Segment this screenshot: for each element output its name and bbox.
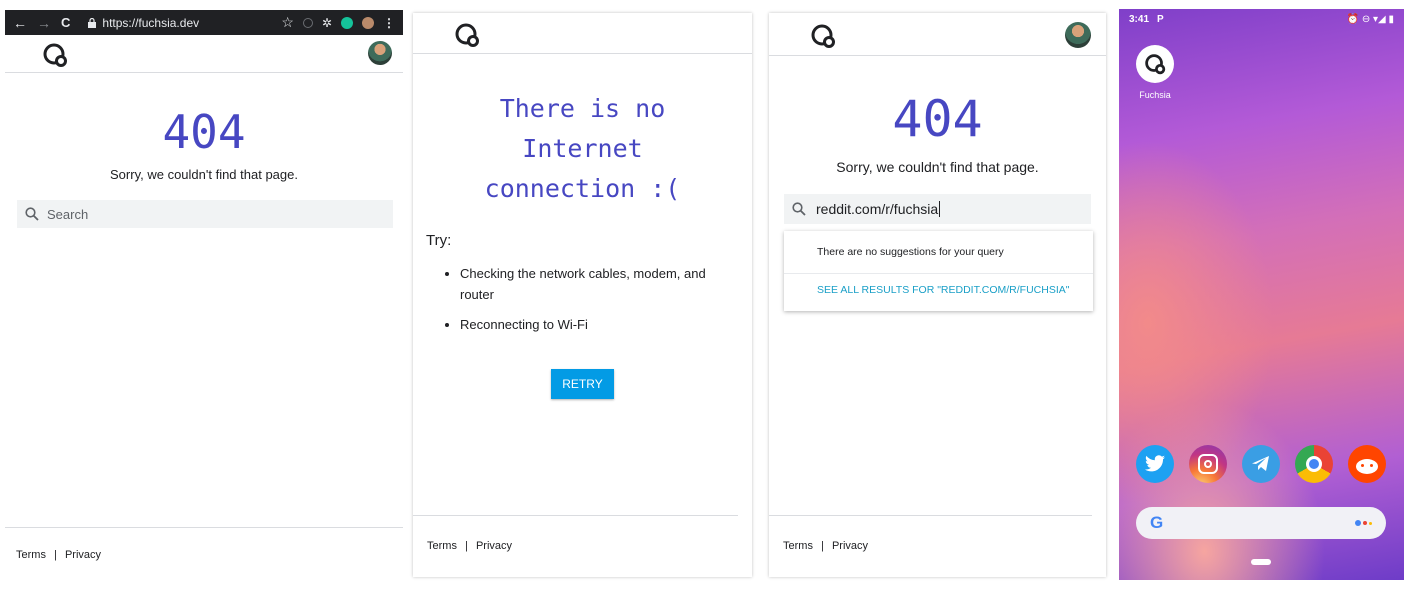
home-gesture-pill[interactable] bbox=[1251, 559, 1271, 565]
footer: Terms | Privacy bbox=[5, 527, 403, 580]
browser-toolbar: ← → C https://fuchsia.dev ☆ ✲ ⋮ bbox=[5, 10, 403, 35]
offline-message-line: There is no bbox=[499, 94, 666, 123]
terms-link[interactable]: Terms bbox=[783, 540, 813, 552]
twitter-icon[interactable] bbox=[1136, 445, 1174, 483]
search-results-page: 404 Sorry, we couldn't find that page. r… bbox=[769, 13, 1106, 577]
grammarly-icon[interactable] bbox=[341, 16, 353, 29]
divider bbox=[784, 273, 1093, 274]
paper-plane-icon bbox=[1252, 456, 1269, 471]
text-cursor bbox=[939, 201, 941, 217]
terms-link[interactable]: Terms bbox=[16, 549, 46, 561]
privacy-link[interactable]: Privacy bbox=[832, 540, 868, 552]
error-code: 404 bbox=[892, 90, 983, 148]
site-header bbox=[5, 35, 403, 73]
menu-dots-icon[interactable]: ⋮ bbox=[383, 16, 395, 30]
status-left: 3:41 P bbox=[1129, 14, 1164, 25]
extensions-area: ☆ ✲ ⋮ bbox=[281, 14, 395, 31]
status-bar: 3:41 P ⏰ ⊖ ▾◢ ▮ bbox=[1119, 9, 1404, 29]
try-label: Try: bbox=[426, 232, 452, 249]
footer: Terms | Privacy bbox=[413, 515, 738, 577]
see-all-results-link[interactable]: SEE ALL RESULTS FOR "REDDIT.COM/R/FUCHSI… bbox=[817, 284, 1070, 296]
reload-icon[interactable]: C bbox=[61, 15, 70, 30]
profile-icon[interactable] bbox=[362, 16, 374, 29]
fuchsia-app-icon[interactable] bbox=[1136, 45, 1174, 83]
app-label: Fuchsia bbox=[1139, 90, 1171, 100]
fuchsia-logo-icon bbox=[1145, 54, 1166, 75]
offline-message-line: Internet bbox=[522, 134, 643, 163]
suggestion-list: Checking the network cables, modem, and … bbox=[460, 263, 730, 344]
offline-message: There is no Internet connection :( bbox=[413, 89, 752, 209]
offline-page: There is no Internet connection :( Try: … bbox=[413, 13, 752, 577]
notification-icon: P bbox=[1157, 13, 1164, 25]
chrome-center bbox=[1306, 456, 1322, 472]
privacy-link[interactable]: Privacy bbox=[476, 540, 512, 552]
search-input[interactable]: reddit.com/r/fuchsia bbox=[784, 194, 1091, 224]
reddit-icon[interactable] bbox=[1348, 445, 1386, 483]
google-logo-icon: G bbox=[1150, 513, 1164, 532]
android-home-screen: 3:41 P ⏰ ⊖ ▾◢ ▮ Fuchsia G bbox=[1119, 9, 1404, 580]
offline-message-line: connection :( bbox=[484, 174, 681, 203]
forward-icon[interactable]: → bbox=[37, 15, 51, 31]
search-placeholder: Search bbox=[47, 206, 89, 222]
site-header bbox=[413, 13, 752, 54]
avatar[interactable] bbox=[1065, 22, 1091, 48]
no-suggestions-text: There are no suggestions for your query bbox=[817, 246, 1004, 258]
back-icon[interactable]: ← bbox=[13, 15, 27, 31]
list-item: Checking the network cables, modem, and … bbox=[460, 263, 730, 305]
instagram-icon[interactable] bbox=[1189, 445, 1227, 483]
avatar[interactable] bbox=[368, 41, 392, 65]
react-extension-icon[interactable]: ✲ bbox=[322, 16, 332, 30]
status-icons: ⏰ ⊖ ▾◢ ▮ bbox=[1346, 13, 1394, 25]
url-text: https://fuchsia.dev bbox=[102, 15, 200, 30]
terms-link[interactable]: Terms bbox=[427, 540, 457, 552]
twitter-bird-icon bbox=[1145, 455, 1165, 472]
error-message: Sorry, we couldn't find that page. bbox=[110, 167, 298, 182]
suggestions-dropdown: There are no suggestions for your query … bbox=[784, 231, 1093, 311]
search-icon bbox=[792, 202, 806, 216]
error-message: Sorry, we couldn't find that page. bbox=[836, 159, 1039, 175]
bookmark-star-icon[interactable]: ☆ bbox=[281, 14, 294, 31]
clock: 3:41 bbox=[1129, 13, 1150, 25]
telegram-icon[interactable] bbox=[1242, 445, 1280, 483]
footer-separator: | bbox=[54, 549, 57, 561]
reddit-face bbox=[1356, 458, 1378, 474]
lock-icon bbox=[88, 17, 97, 28]
list-item: Reconnecting to Wi-Fi bbox=[460, 314, 730, 335]
google-search-bar[interactable]: G bbox=[1136, 507, 1386, 539]
retry-button[interactable]: RETRY bbox=[551, 369, 614, 399]
search-input[interactable]: Search bbox=[17, 200, 393, 228]
instagram-glyph bbox=[1198, 454, 1218, 474]
info-extension-icon[interactable] bbox=[302, 17, 313, 28]
search-value: reddit.com/r/fuchsia bbox=[816, 201, 939, 217]
error-code: 404 bbox=[162, 105, 246, 159]
fuchsia-logo-icon[interactable] bbox=[41, 41, 69, 69]
site-header bbox=[769, 13, 1106, 56]
footer: Terms | Privacy bbox=[769, 515, 1092, 577]
assistant-icon[interactable] bbox=[1355, 520, 1372, 526]
fuchsia-logo-icon[interactable] bbox=[809, 22, 837, 50]
browser-window: ← → C https://fuchsia.dev ☆ ✲ ⋮ 404 Sorr… bbox=[5, 10, 403, 580]
search-icon bbox=[25, 207, 39, 221]
address-bar[interactable]: https://fuchsia.dev bbox=[88, 16, 271, 30]
footer-separator: | bbox=[465, 540, 468, 552]
chrome-icon[interactable] bbox=[1295, 445, 1333, 483]
fuchsia-logo-icon[interactable] bbox=[453, 21, 481, 49]
privacy-link[interactable]: Privacy bbox=[65, 549, 101, 561]
footer-separator: | bbox=[821, 540, 824, 552]
